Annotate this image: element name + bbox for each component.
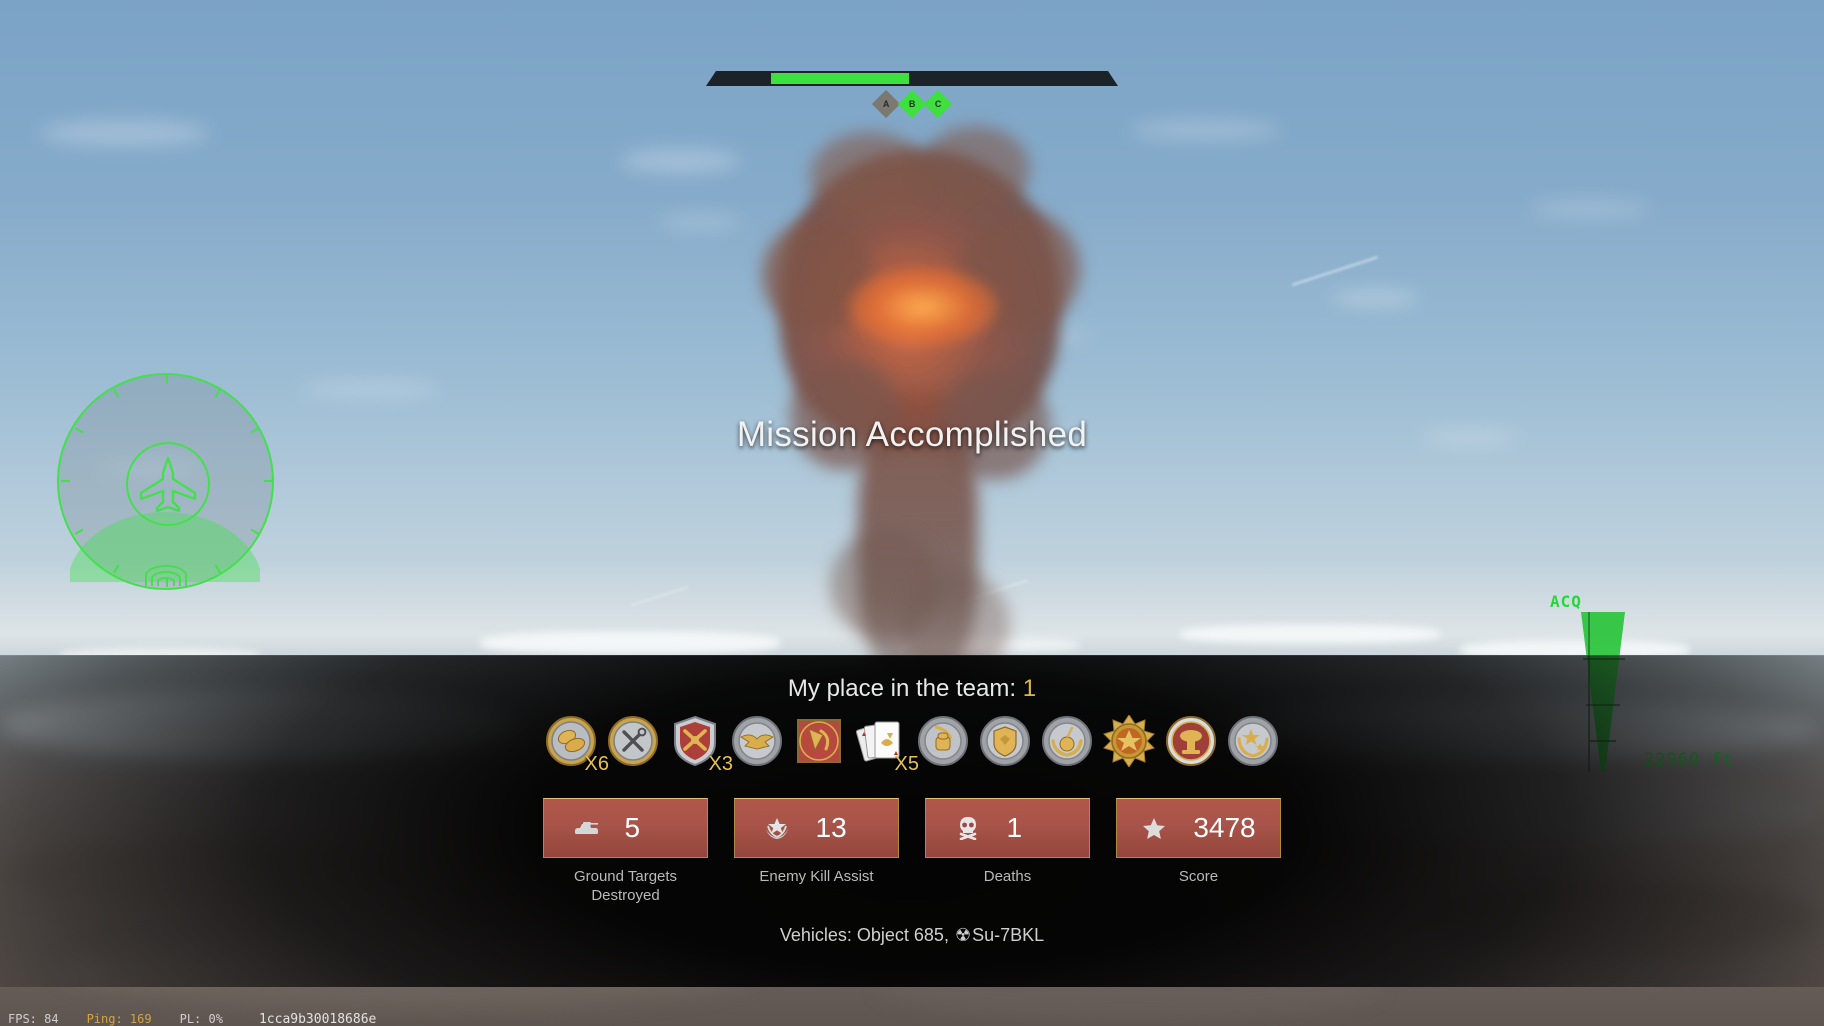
ping-counter: Ping: 169 [86,1012,152,1026]
capture-points: A B C [871,89,956,119]
cloud [1330,290,1420,306]
tank-icon [573,817,599,839]
capture-point-b-label: B [908,99,916,109]
medal-eagle-silver[interactable] [731,715,783,767]
stat-box[interactable]: 5 [543,798,708,858]
medal-gold-star-burst[interactable] [1103,715,1155,767]
stat-value: 1 [1006,812,1023,843]
acq-mode-label: ACQ [1550,592,1582,611]
radar-tick [112,388,119,398]
medal-playing-cards[interactable]: X5 [855,715,919,775]
stat-enemy-kill-assist: 13 Enemy Kill Assist [734,798,899,905]
stat-box[interactable]: 3478 [1116,798,1281,858]
nuclear-explosion [762,126,1080,680]
radar-tick [214,388,221,398]
medal-raised-fist[interactable] [917,715,969,767]
radar-tick [60,480,70,482]
medal-laurel-bomb[interactable] [1041,715,1093,767]
radiation-icon: ☢ [954,925,972,945]
medal-gold-shield[interactable] [979,715,1031,767]
session-id: 1cca9b30018686e [258,1012,377,1026]
capture-progress-fill [771,73,909,84]
fps-counter: FPS: 84 [8,1012,59,1026]
game-screen: A B C ACQ Mission Accomplished My place … [0,0,1824,1026]
stats-row: 5 Ground Targets Destroyed 13 Enemy Kill… [0,798,1824,905]
stat-label: Ground Targets Destroyed [573,868,678,904]
capture-point-c-label: C [934,99,942,109]
capture-point-b[interactable]: B [897,89,927,119]
capture-bar-container: A B C [0,0,1824,130]
explosion-puff [920,126,1030,212]
panel-divider [0,655,1824,656]
medal-multiplier: X3 [708,753,733,775]
winged-star-icon [764,817,790,839]
stat-label: Deaths [983,868,1032,885]
packet-loss-counter: PL: 0% [179,1012,223,1026]
medal-gold-cargo[interactable]: X6 [545,715,609,775]
stat-box[interactable]: 13 [734,798,899,858]
stat-deaths: 1 Deaths [925,798,1090,905]
radar-tick [165,375,168,384]
vehicle-name-secondary: Su-7BKL [972,925,1045,945]
stat-box[interactable]: 1 [925,798,1090,858]
radar-display[interactable] [57,373,274,590]
stat-score: 3478 Score [1116,798,1281,905]
stat-value: 13 [815,812,847,843]
explosion-puff [810,132,930,222]
capture-point-c[interactable]: C [923,89,953,119]
vehicles-prefix: Vehicles: [779,925,857,945]
cloud [660,215,740,229]
cloud [620,150,740,172]
horizon-cloud [480,632,780,654]
team-place-row: My place in the team: 1 [0,675,1824,703]
stat-label: Score [1178,868,1219,885]
cloud [1530,200,1650,218]
medal-three-stars-laurel[interactable] [1227,715,1279,767]
medal-multiplier: X6 [584,753,609,775]
medal-multiplier: X5 [894,753,919,775]
horizon-cloud [1180,625,1440,643]
capture-point-a[interactable]: A [871,89,901,119]
capture-point-a-label: A [882,99,890,109]
explosion-fire-core [848,268,998,346]
team-place-label: My place in the team: [787,675,1017,702]
stat-value: 3478 [1193,812,1256,843]
vehicle-name-primary: Object 685, [856,925,949,945]
medal-red-square-scissors[interactable] [793,715,845,767]
star-icon [1141,817,1167,839]
medal-mushroom-cloud[interactable] [1165,715,1217,767]
vehicles-line: Vehicles: Object 685, ☢Su-7BKL [0,925,1824,946]
contrail [1291,256,1379,286]
team-place-value: 1 [1022,675,1037,702]
radar-tick [263,480,273,482]
stat-value: 5 [624,812,641,843]
stat-ground-targets-destroyed: 5 Ground Targets Destroyed [543,798,708,905]
skull-icon [955,817,981,840]
mission-status-text: Mission Accomplished [736,415,1088,454]
radar-signal-icon [143,560,189,586]
stat-label: Enemy Kill Assist [759,868,874,885]
medal-repair-tools[interactable] [607,715,659,767]
capture-progress-track [706,71,1118,86]
medal-crossed-cannons-shield[interactable]: X3 [669,715,733,775]
debug-stats-bar: FPS: 84 Ping: 169 PL: 0% 1cca9b30018686e [8,1012,376,1026]
cloud [300,380,440,398]
awards-row: X6 X3 X5 [0,715,1824,775]
